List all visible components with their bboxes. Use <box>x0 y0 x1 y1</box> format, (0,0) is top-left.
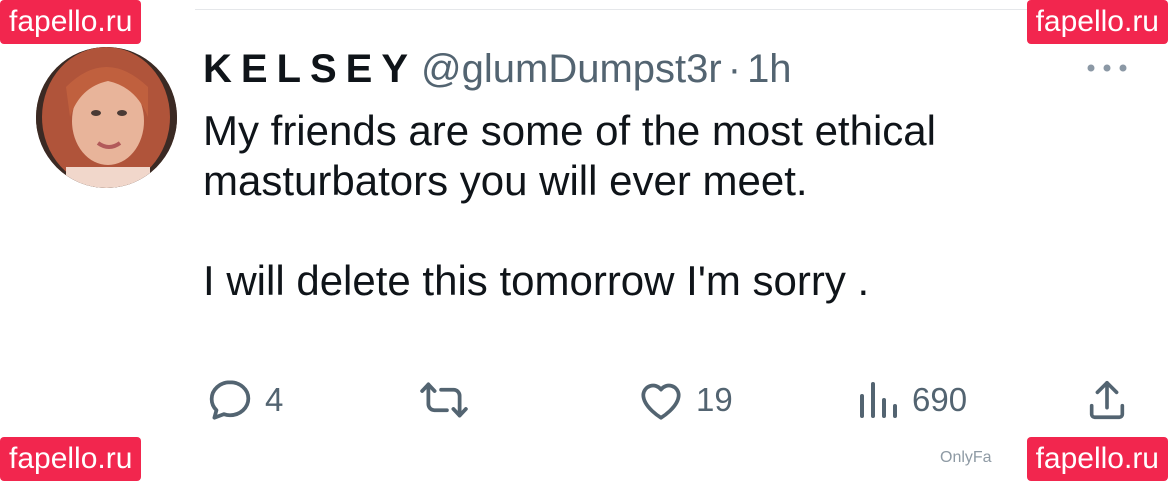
watermark-bottom-left: fapello.ru <box>0 437 142 481</box>
more-options-icon[interactable] <box>1084 60 1130 76</box>
tweet-text: My friends are some of the most ethical … <box>203 106 1133 306</box>
like-count: 19 <box>696 381 733 418</box>
share-button[interactable] <box>1084 370 1130 430</box>
footer-watermark-text: OnlyFa <box>940 449 992 466</box>
watermark-top-left: fapello.ru <box>0 0 142 44</box>
reply-button[interactable]: 4 <box>205 370 283 430</box>
views-button[interactable]: 690 <box>854 370 967 430</box>
tweet-paragraph-2: I will delete this tomorrow I'm sorry . <box>203 257 870 304</box>
heart-icon <box>641 383 681 420</box>
avatar[interactable] <box>36 47 177 188</box>
avatar-photo <box>36 47 177 188</box>
timestamp[interactable]: 1h <box>747 47 792 92</box>
watermark-top-right: fapello.ru <box>1026 0 1168 44</box>
like-button[interactable]: 19 <box>636 370 733 430</box>
display-name[interactable]: KELSEY <box>203 47 417 92</box>
tweet-actions: 4 19 690 <box>0 370 1170 430</box>
reply-count: 4 <box>265 381 284 418</box>
tweet-paragraph-1: My friends are some of the most ethical … <box>203 107 936 204</box>
retweet-icon <box>420 382 468 418</box>
share-icon <box>1089 380 1125 420</box>
watermark-bottom-right: fapello.ru <box>1026 437 1168 481</box>
user-handle[interactable]: @glumDumpst3r <box>421 47 722 92</box>
views-count: 690 <box>912 381 968 418</box>
separator-dot: · <box>727 46 742 91</box>
reply-icon <box>209 380 251 420</box>
top-divider <box>195 9 1158 10</box>
tweet-header: KELSEY @glumDumpst3r · 1h <box>203 44 792 94</box>
retweet-button[interactable] <box>418 370 480 430</box>
analytics-icon <box>860 382 897 418</box>
